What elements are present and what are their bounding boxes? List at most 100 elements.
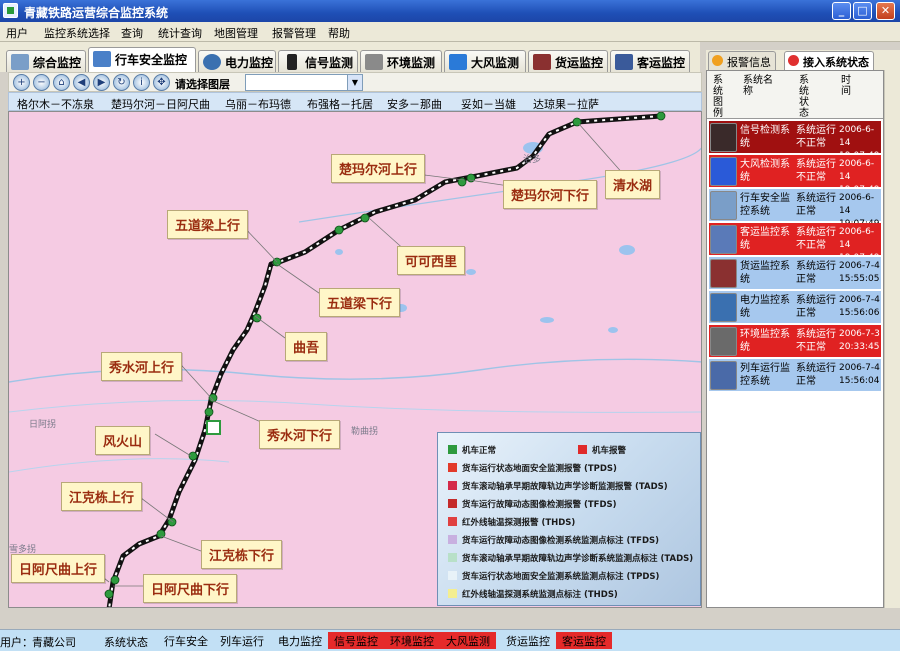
station-label[interactable]: 曲吾 (285, 332, 328, 361)
status-item[interactable]: 列车运行 (214, 632, 270, 649)
system-row[interactable]: 客运监控系统系统运行不正常2006-6-14 19:07:49 (709, 223, 881, 263)
forward-icon[interactable]: ▶ (93, 74, 110, 91)
pan-icon[interactable]: ✥ (153, 74, 170, 91)
system-time: 2006-7-3 20:33:45 (839, 329, 880, 352)
station-label[interactable]: 日阿尺曲上行 (11, 554, 106, 583)
menu-query[interactable]: 查询 (121, 25, 143, 41)
system-row[interactable]: 货运监控系统 系统运行正常 2006-7-4 15:55:05 (709, 257, 881, 290)
locomotive-ok-icon (448, 445, 457, 454)
map-view[interactable]: 日阿拐 勒曲拐 治多 雪多拐 楚玛尔河上行 楚玛尔河下行 清水湖 五道梁上行 可… (8, 111, 702, 608)
section-link[interactable]: 安多－那曲 (387, 96, 442, 112)
refresh-icon[interactable]: ↻ (113, 74, 130, 91)
minimize-button[interactable]: _ (832, 2, 851, 20)
monitor-icon (11, 54, 29, 70)
thds-point-icon (448, 589, 457, 598)
station-label[interactable]: 秀水河上行 (101, 352, 183, 381)
tads-alarm-icon (448, 481, 457, 490)
system-name: 列车运行监控系统 (740, 363, 790, 387)
station-label[interactable]: 清水湖 (605, 170, 661, 199)
station-label[interactable]: 可可西里 (397, 246, 466, 275)
train-icon (93, 51, 111, 67)
station-label[interactable]: 楚玛尔河上行 (331, 154, 426, 183)
status-item[interactable]: 大风监测 (440, 632, 496, 649)
section-link[interactable]: 达琼果－拉萨 (533, 96, 599, 112)
menu-user[interactable]: 用户 (6, 25, 28, 41)
main-tabs: 综合监控 行车安全监控 电力监控 信号监测 环境监测 大风监测 货运监控 客运监… (0, 42, 700, 72)
menu-alarm[interactable]: 报警管理 (272, 25, 316, 41)
tab-alarm-info[interactable]: 报警信息 (708, 51, 776, 70)
tab-environment[interactable]: 环境监测 (360, 50, 442, 72)
section-link[interactable]: 格尔木－不冻泉 (17, 96, 94, 112)
station-label[interactable]: 楚玛尔河下行 (503, 180, 598, 209)
zoom-in-icon[interactable]: + (13, 74, 30, 91)
column-header: 系统图例 (713, 75, 723, 119)
chevron-down-icon[interactable]: ▼ (347, 75, 362, 90)
tpds-point-icon (448, 571, 457, 580)
freight-icon (710, 259, 737, 288)
menu-statistics[interactable]: 统计查询 (158, 25, 202, 41)
status-item[interactable]: 环境监控 (384, 632, 440, 649)
panel-scrollbar[interactable] (884, 70, 900, 608)
station-label[interactable]: 日阿尺曲下行 (143, 574, 238, 603)
section-link[interactable]: 乌丽－布玛德 (225, 96, 291, 112)
section-link[interactable]: 妥如－当雄 (461, 96, 516, 112)
tab-signal[interactable]: 信号监测 (278, 50, 358, 72)
system-row[interactable]: 环境监控系统 系统运行不正常 2006-7-3 20:33:45 (709, 325, 881, 358)
warning-icon (712, 55, 723, 66)
menu-bar: 用户 监控系统选择 查询 统计查询 地图管理 报警管理 帮助 (0, 22, 900, 42)
freight-icon (533, 54, 551, 70)
station-label[interactable]: 风火山 (95, 426, 151, 455)
system-row[interactable]: 列车运行监控系统 系统运行正常 2006-7-4 15:56:04 (709, 359, 881, 392)
wind-icon (710, 157, 737, 186)
zoom-out-icon[interactable]: − (33, 74, 50, 91)
tab-overview[interactable]: 综合监控 (6, 50, 86, 72)
tab-passenger[interactable]: 客运监控 (610, 50, 690, 72)
close-button[interactable]: ✕ (876, 2, 895, 20)
station-label[interactable]: 江克栋上行 (61, 482, 143, 511)
title-bar: 青藏铁路运营综合监控系统 _ □ ✕ (0, 0, 900, 22)
home-icon[interactable]: ⌂ (53, 74, 70, 91)
system-row[interactable]: 行车安全监控系统系统运行正常2006-6-14 19:07:49 (709, 189, 881, 229)
status-item[interactable]: 电力监控 (272, 632, 328, 649)
station-label[interactable]: 江克栋下行 (201, 540, 283, 569)
section-link[interactable]: 布强格－托居 (307, 96, 373, 112)
status-item[interactable]: 客运监控 (556, 632, 612, 649)
tab-freight[interactable]: 货运监控 (528, 50, 608, 72)
tab-train-safety[interactable]: 行车安全监控 (88, 47, 196, 72)
column-header: 系统状态 (799, 75, 809, 119)
column-header: 系统名称 (743, 75, 773, 97)
tab-power[interactable]: 电力监控 (198, 50, 276, 72)
system-status: 系统运行不正常 (796, 159, 836, 183)
maximize-button[interactable]: □ (853, 2, 872, 20)
system-row[interactable]: 电力监控系统 系统运行正常 2006-7-4 15:56:06 (709, 291, 881, 324)
station-label[interactable]: 五道梁下行 (319, 288, 401, 317)
status-item[interactable]: 货运监控 (500, 632, 556, 649)
layer-select[interactable]: ▼ (245, 74, 363, 91)
wind-icon (449, 54, 467, 70)
back-icon[interactable]: ◀ (73, 74, 90, 91)
menu-help[interactable]: 帮助 (328, 25, 350, 41)
status-item[interactable]: 行车安全 (158, 632, 214, 649)
system-name: 大风检测系统 (740, 159, 790, 183)
menu-map[interactable]: 地图管理 (214, 25, 258, 41)
status-item[interactable]: 信号监控 (328, 632, 384, 649)
app-icon (3, 3, 18, 18)
system-name: 信号检测系统 (740, 125, 790, 149)
section-bar: 格尔木－不冻泉 楚玛尔河－日阿尺曲 乌丽－布玛德 布强格－托居 安多－那曲 妥如… (8, 92, 702, 111)
tfds-point-icon (448, 535, 457, 544)
station-label[interactable]: 五道梁上行 (167, 210, 249, 239)
system-time: 2006-7-4 15:55:05 (839, 261, 880, 284)
menu-system-select[interactable]: 监控系统选择 (44, 25, 110, 41)
tfds-alarm-icon (448, 499, 457, 508)
tab-wind[interactable]: 大风监测 (444, 50, 526, 72)
signal-light-icon (287, 54, 297, 70)
system-status-label: 系统状态 (104, 636, 148, 649)
tpds-alarm-icon (448, 463, 457, 472)
info-icon[interactable]: i (133, 74, 150, 91)
pin-icon (788, 55, 799, 66)
tab-system-status[interactable]: 接入系统状态 (784, 51, 874, 70)
system-row[interactable]: 信号检测系统系统运行不正常2006-6-14 19:07:49 (709, 121, 881, 161)
section-link[interactable]: 楚玛尔河－日阿尺曲 (111, 96, 210, 112)
system-row[interactable]: 大风检测系统系统运行不正常2006-6-14 19:07:49 (709, 155, 881, 195)
station-label[interactable]: 秀水河下行 (259, 420, 341, 449)
